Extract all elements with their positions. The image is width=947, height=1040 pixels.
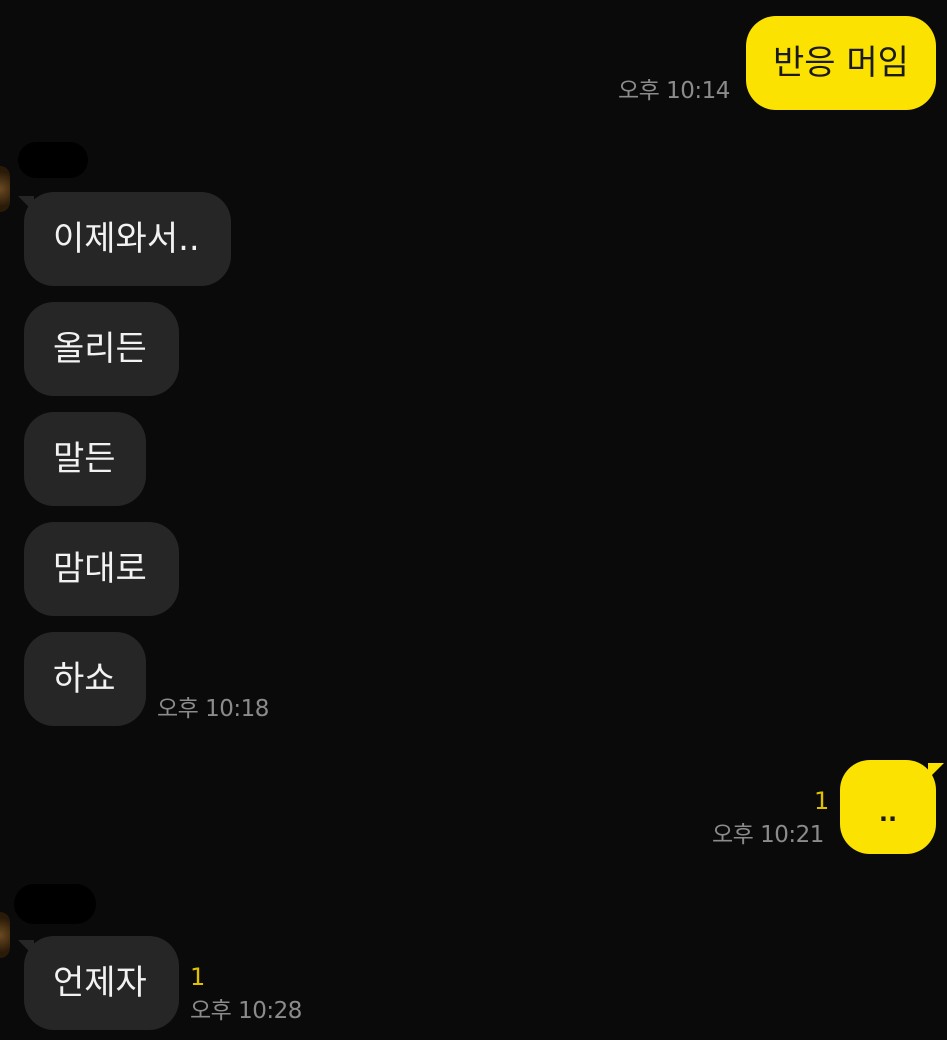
message-text: 말든 bbox=[53, 439, 116, 479]
sender-avatar[interactable] bbox=[0, 912, 10, 958]
redacted-sender-name bbox=[14, 884, 96, 924]
message-text: 하쇼 bbox=[53, 659, 116, 699]
incoming-message-bubble[interactable]: 말든 bbox=[24, 412, 146, 506]
sender-avatar[interactable] bbox=[0, 166, 10, 212]
message-text: 반응 머임 bbox=[773, 43, 909, 83]
message-text: 올리든 bbox=[53, 329, 147, 369]
message-timestamp: 오후 10:18 bbox=[157, 696, 269, 722]
incoming-message-bubble[interactable]: 올리든 bbox=[24, 302, 179, 396]
redacted-sender-name bbox=[18, 142, 88, 178]
incoming-message-bubble[interactable]: 맘대로 bbox=[24, 522, 179, 616]
message-timestamp: 오후 10:21 bbox=[712, 822, 824, 848]
outgoing-message-bubble[interactable]: .. bbox=[840, 760, 936, 854]
bubble-tail bbox=[928, 763, 944, 779]
unread-count: 1 bbox=[190, 963, 206, 991]
outgoing-message-bubble[interactable]: 반응 머임 bbox=[746, 16, 936, 110]
message-text: 맘대로 bbox=[53, 549, 147, 589]
incoming-message-bubble[interactable]: 언제자 bbox=[24, 936, 179, 1030]
incoming-message-bubble[interactable]: 하쇼 bbox=[24, 632, 146, 726]
message-timestamp: 오후 10:14 bbox=[618, 78, 730, 104]
message-text: 언제자 bbox=[53, 963, 147, 1003]
message-text: 이제와서.. bbox=[53, 219, 200, 259]
incoming-message-bubble[interactable]: 이제와서.. bbox=[24, 192, 231, 286]
unread-count: 1 bbox=[814, 787, 830, 815]
message-text: .. bbox=[878, 799, 898, 827]
message-timestamp: 오후 10:28 bbox=[190, 998, 302, 1024]
